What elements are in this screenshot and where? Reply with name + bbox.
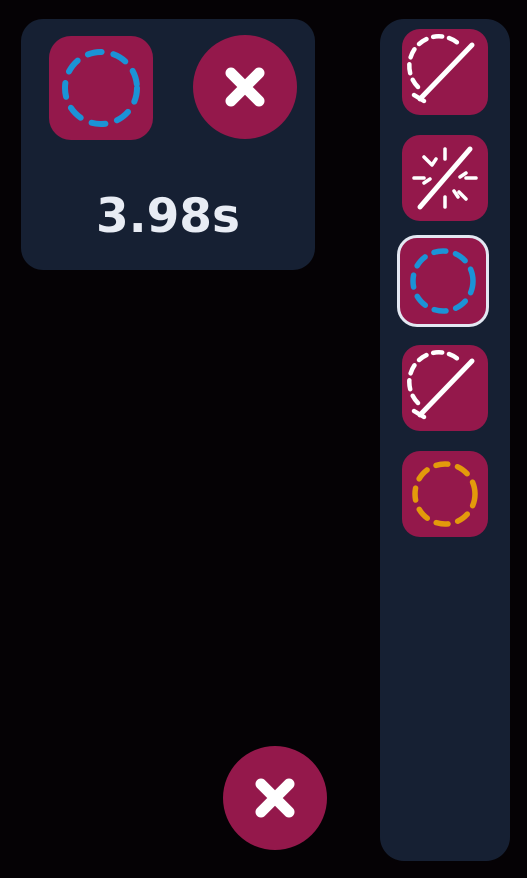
tool-sidebar	[380, 19, 510, 861]
dashed-circle-icon	[412, 461, 478, 527]
tool-blue-circle[interactable]	[397, 235, 489, 327]
dashed-circle-icon	[410, 248, 476, 314]
close-icon	[225, 67, 265, 107]
tool-dashed-arc-slash-2[interactable]	[402, 345, 488, 431]
close-icon	[255, 778, 295, 818]
dashed-arc-slash-icon	[407, 350, 475, 420]
timer-panel: 3.98s	[21, 19, 315, 270]
dashed-circle-icon	[62, 49, 140, 127]
close-button[interactable]	[193, 35, 297, 139]
burst-slash-icon	[412, 146, 478, 210]
tool-orange-circle[interactable]	[402, 451, 488, 537]
tool-dashed-arc-slash[interactable]	[402, 29, 488, 115]
dashed-arc-slash-icon	[407, 34, 475, 104]
bottom-close-button[interactable]	[223, 746, 327, 850]
current-tool-button[interactable]	[49, 36, 153, 140]
tool-burst-slash[interactable]	[402, 135, 488, 221]
timer-text: 3.98s	[96, 189, 240, 244]
